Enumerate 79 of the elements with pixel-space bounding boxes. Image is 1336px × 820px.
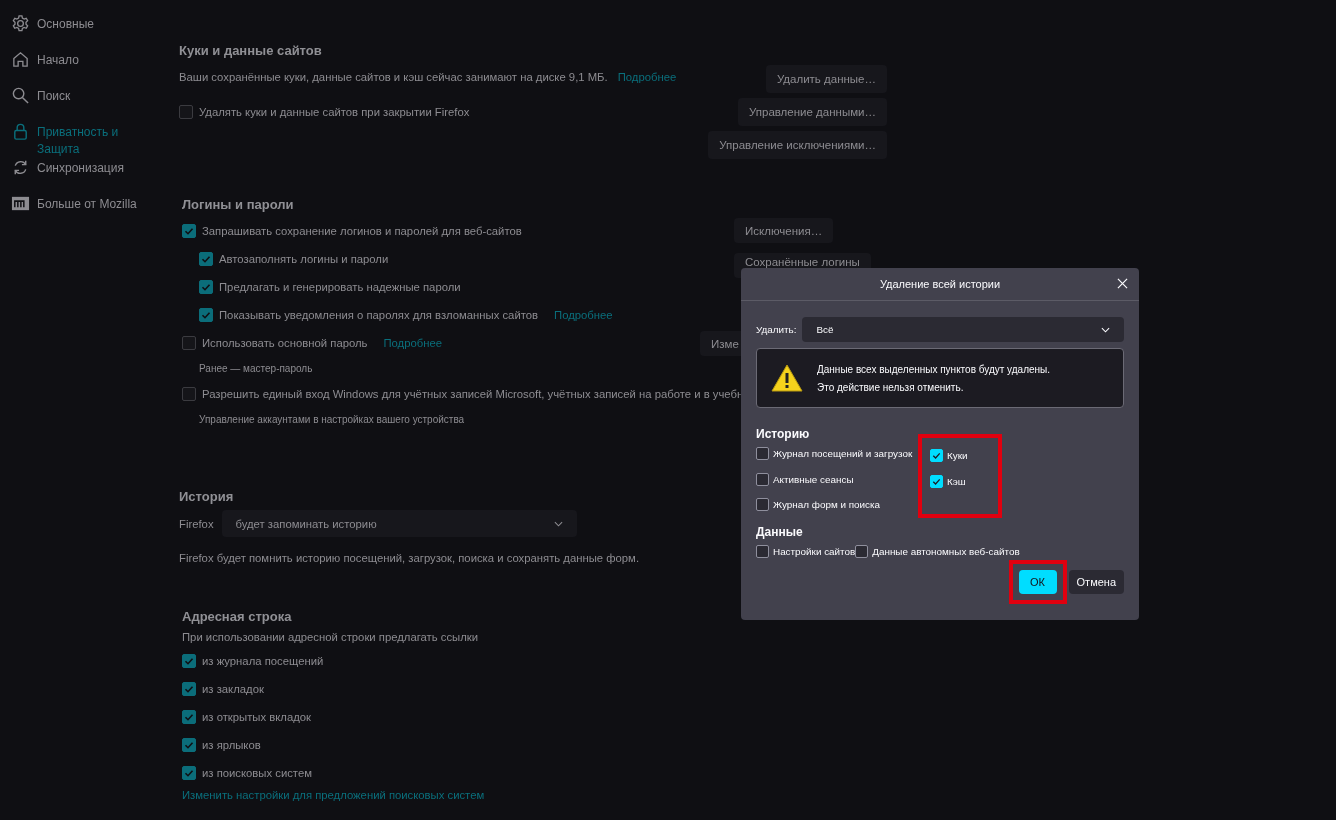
m-logo-icon	[11, 194, 30, 213]
ok-button[interactable]: ОК	[1018, 570, 1057, 594]
checkbox-label: Предлагать и генерировать надежные пароли	[219, 281, 461, 293]
close-icon[interactable]	[1117, 278, 1128, 289]
checkbox[interactable]	[179, 105, 193, 119]
checkbox-label: Удалять куки и данные сайтов при закрытии Firefox	[199, 106, 470, 118]
action-button[interactable]: Исключения…	[734, 218, 834, 243]
section-description: При использовании адресной строки предлагать ссылки	[182, 631, 479, 643]
action-button[interactable]: Удалить данные…	[765, 65, 887, 93]
checkbox[interactable]	[182, 766, 196, 780]
checkbox[interactable]	[182, 738, 196, 752]
sidebar-item[interactable]: Больше от Mozilla	[11, 194, 170, 230]
section-heading: Логины и пароли	[182, 197, 294, 212]
checkbox-label: из открытых вкладок	[202, 711, 312, 723]
checkbox[interactable]	[756, 447, 769, 461]
dialog-title: Удаление всей истории	[879, 278, 1001, 290]
checkbox[interactable]	[182, 387, 196, 401]
checkbox-label: Использовать основной пароль	[202, 337, 368, 349]
checkbox[interactable]	[756, 498, 769, 512]
chevron-down-icon	[1101, 326, 1110, 333]
history-description: Firefox будет помнить историю посещений, загрузок, поиска и сохранять данные форм.	[179, 552, 640, 564]
checkbox-label: Автозаполнять логины и пароли	[219, 253, 389, 265]
group-heading: Данные	[756, 524, 804, 539]
hint-text: Ранее — мастер-пароль	[199, 362, 313, 376]
checkbox-label: из ярлыков	[202, 739, 261, 751]
checkbox-label: Показывать уведомления о паролях для взломанных сайтов	[219, 309, 539, 321]
checkbox-label: из закладок	[202, 683, 264, 695]
checkbox[interactable]	[855, 544, 869, 558]
history-dropdown[interactable]: будет запоминать историю	[221, 510, 577, 537]
sidebar-item[interactable]: Начало	[11, 50, 170, 86]
checkbox-label: Настройки сайтов	[773, 545, 856, 557]
checkbox-label: Активные сеансы	[773, 473, 854, 485]
checkbox-label: Журнал посещений и загрузок	[773, 448, 913, 460]
checkbox-label: Куки	[947, 450, 968, 462]
section-heading: Куки и данные сайтов	[179, 43, 322, 58]
action-button[interactable]: Управление данными…	[737, 98, 887, 126]
checkbox[interactable]	[182, 654, 196, 668]
hint-text: Управление аккаунтами в настройках вашего устройства	[199, 413, 465, 427]
warning-icon	[771, 364, 803, 392]
checkbox-label: Данные автономных веб-сайтов	[872, 545, 1020, 557]
sidebar-item[interactable]: Синхронизация	[11, 158, 170, 194]
learn-more-link[interactable]: Подробнее	[554, 309, 613, 321]
checkbox[interactable]	[756, 544, 769, 558]
search-settings-link[interactable]: Изменить настройки для предложений поисковых систем	[182, 789, 485, 801]
search-icon	[11, 86, 30, 105]
checkbox[interactable]	[756, 472, 769, 486]
group-heading: Историю	[756, 427, 811, 441]
checkbox[interactable]	[199, 280, 213, 294]
checkbox[interactable]	[182, 710, 196, 724]
warning-text: Данные всех выделенных пунктов будут удалены.	[817, 363, 1051, 375]
checkbox-label: из поисковых систем	[202, 767, 312, 779]
home-icon	[11, 50, 30, 69]
checkbox-label: Кэш	[947, 475, 966, 487]
chevron-down-icon	[553, 520, 563, 527]
learn-more-link[interactable]: Подробнее	[617, 71, 677, 83]
range-label: Удалить:	[756, 324, 797, 335]
checkbox[interactable]	[182, 224, 196, 238]
section-heading: Адресная строка	[182, 609, 292, 624]
time-range-dropdown[interactable]: Всё	[802, 317, 1124, 342]
gear-icon	[11, 14, 30, 33]
checkbox[interactable]	[199, 308, 213, 322]
lock-icon	[11, 122, 30, 141]
storage-description: Ваши сохранённые куки, данные сайтов и кэш сейчас занимают на диске 9,1 МБ.	[179, 71, 608, 83]
sidebar-item[interactable]: Поиск	[11, 86, 170, 122]
checkbox-label: из журнала посещений	[202, 655, 324, 667]
section-heading: История	[179, 489, 234, 504]
checkmark-icon	[931, 450, 942, 462]
select-label: Firefox	[179, 517, 214, 530]
action-button[interactable]: Управление исключениями…	[708, 131, 887, 159]
warning-text: Это действие нельзя отменить.	[817, 381, 965, 393]
checkbox-label: Журнал форм и поиска	[773, 499, 880, 511]
cancel-button[interactable]: Отмена	[1068, 570, 1124, 594]
checkbox[interactable]	[182, 336, 196, 350]
checkbox[interactable]	[182, 682, 196, 696]
checkbox[interactable]	[199, 252, 213, 266]
checkbox-label: Запрашивать сохранение логинов и паролей для веб-сайтов	[202, 225, 522, 237]
learn-more-link[interactable]: Подробнее	[383, 337, 443, 349]
sidebar-item[interactable]: Основные	[11, 14, 170, 50]
sidebar-item[interactable]: Приватность и Защита	[11, 122, 170, 158]
